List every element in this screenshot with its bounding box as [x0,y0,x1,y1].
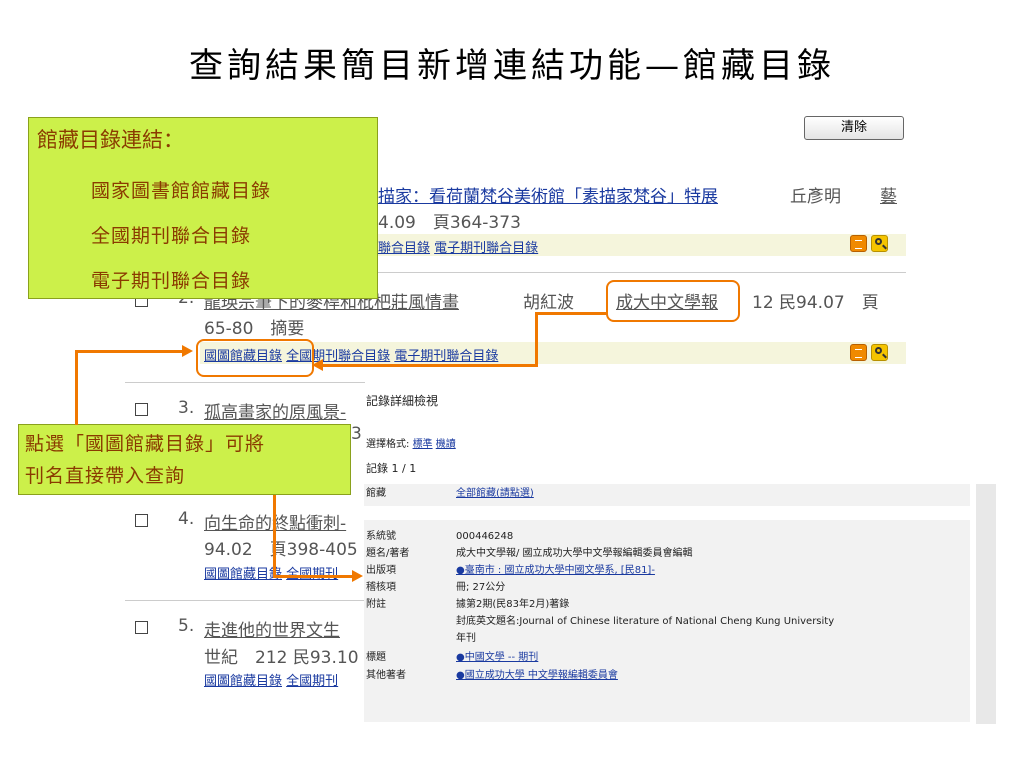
arrow-head [182,345,193,357]
result-2-meta: 12 民94.07 頁 [752,293,879,313]
detail-row: 年刊 [456,633,476,644]
connector-line [322,364,538,367]
result-4-meta: 94.02 頁398-405 [204,540,358,560]
result-1-title[interactable]: 描家：看荷蘭梵谷美術館「素描家梵谷」特展 [378,182,718,207]
result-1-author: 丘彥明 [790,187,841,207]
connector-line [535,312,538,366]
connector-line [273,495,276,577]
result-5-title[interactable]: 走進他的世界文生 [204,616,340,641]
arrow-head [312,359,323,371]
search-icon[interactable] [871,344,888,361]
divider [125,382,365,383]
slide-title: 查詢結果簡目新增連結功能—館藏目錄 [189,46,835,86]
result-5-meta: 世紀 212 民93.10 [204,648,359,668]
callout-heading: 館藏目錄連結： [37,128,184,152]
ejournal-catalog-link[interactable]: 電子期刊聯合目錄 [394,349,498,364]
note-icon[interactable] [850,344,867,361]
result-2-author: 胡紅波 [523,293,574,313]
result-2-pages: 65-80 摘要 [204,319,305,339]
detail-row: 系統號 000446248 [366,531,514,542]
clear-button[interactable]: 清除 [804,116,904,140]
result-4-links: 國圖館藏目錄 全國期刊 [204,563,338,582]
search-icon[interactable] [871,235,888,252]
detail-heading: 記錄詳細檢視 [366,394,439,408]
format-standard-link[interactable]: 標準 [413,439,433,450]
detail-row: 封底英文題名:Journal of Chinese literature of … [456,616,835,627]
detail-row: 出版項 ●臺南市 : 國立成功大學中國文學系, [民81]- [366,565,655,576]
detail-row [364,506,970,520]
detail-row: 館藏 全部館藏(請點選) [364,486,970,502]
format-marc-link[interactable]: 機讀 [436,439,456,450]
callout-item: 全國期刊聯合目錄 [91,225,252,247]
catalog-links-callout: 館藏目錄連結： 國家圖書館館藏目錄 全國期刊聯合目錄 電子期刊聯合目錄 [28,117,378,299]
ncl-catalog-link[interactable]: 國圖館藏目錄 [204,674,282,689]
result-number: 5. [178,616,195,636]
detail-row: 附註 據第2期(民83年2月)著錄 [366,599,570,610]
journal-highlight [606,280,740,322]
connector-line [76,350,182,353]
result-checkbox[interactable] [135,514,148,527]
detail-row: 題名/著者 成大中文學報/ 國立成功大學中文學報編輯委員會編輯 [366,548,693,559]
instruction-callout: 點選「國圖館藏目錄」可將 刊名直接帶入查詢 [18,424,351,495]
connector-line [75,350,78,425]
format-selector: 選擇格式: 標準 機讀 [366,439,456,450]
result-3-title[interactable]: 孤高畫家的原風景- [204,398,346,423]
result-5-links: 國圖館藏目錄 全國期刊 [204,670,338,689]
divider [378,272,906,273]
detail-row: 稽核項 冊; 27公分 [366,582,506,593]
divider [125,600,365,601]
record-count: 記錄 1 / 1 [366,462,417,475]
result-3-meta: 3 [351,424,362,444]
record-detail-panel: 記錄詳細檢視 選擇格式: 標準 機讀 記錄 1 / 1 館藏 全部館藏(請點選) … [364,385,996,725]
ejournal-catalog-link[interactable]: 電子期刊聯合目錄 [434,241,538,256]
result-1-links: 聯合目錄 電子期刊聯合目錄 [378,237,538,256]
result-checkbox[interactable] [135,403,148,416]
arrow-head [352,570,363,582]
union-catalog-link[interactable]: 聯合目錄 [378,241,430,256]
ncl-link-highlight [196,339,314,377]
result-checkbox[interactable] [135,621,148,634]
holdings-link[interactable]: 全部館藏(請點選) [456,486,534,502]
note-icon[interactable] [850,235,867,252]
callout-item: 國家圖書館館藏目錄 [91,180,272,202]
callout-item: 電子期刊聯合目錄 [91,270,252,292]
ncl-catalog-link[interactable]: 國圖館藏目錄 [204,567,282,582]
detail-row: 其他著者 ●國立成功大學 中文學報編輯委員會 [366,670,618,681]
connector-line [273,575,353,578]
result-1-meta: 4.09 頁364-373 [378,213,521,233]
connector-line [536,312,608,315]
union-catalog-link[interactable]: 全國期刊 [286,674,338,689]
result-number: 4. [178,509,195,529]
result-number: 3. [178,398,195,418]
result-1-extra[interactable]: 藝 [880,182,897,207]
scrollbar[interactable] [976,484,996,724]
detail-row: 標題 ●中國文學 -- 期刊 [366,652,539,663]
